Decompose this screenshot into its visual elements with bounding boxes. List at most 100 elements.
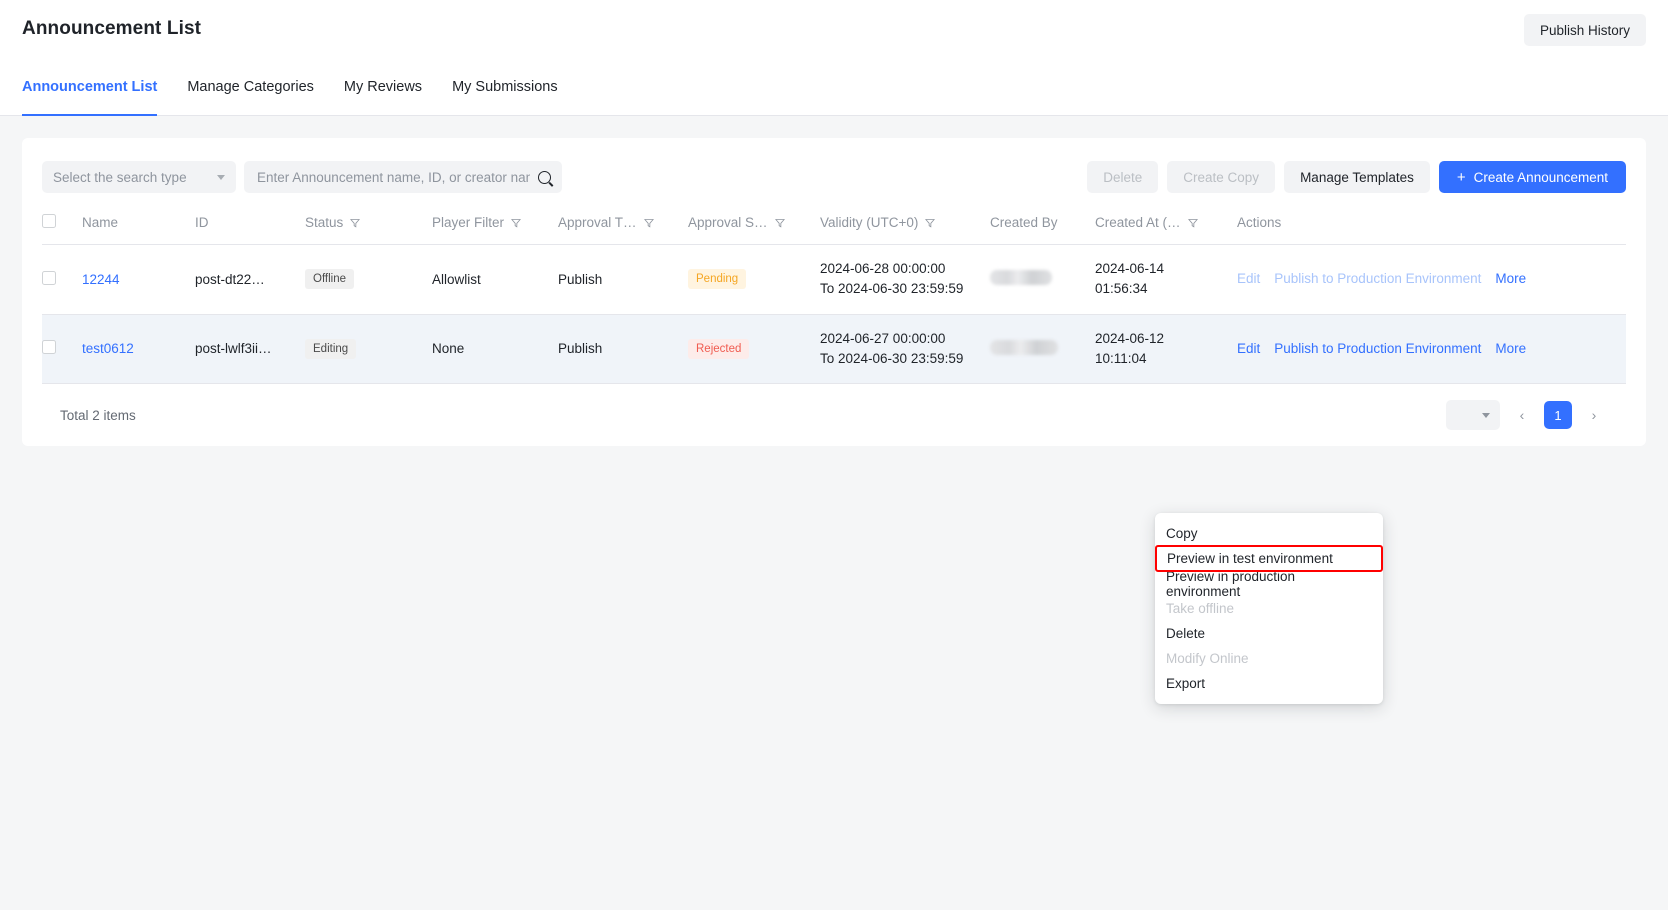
next-page-button[interactable]: › [1580, 401, 1608, 429]
tab-label: Announcement List [22, 79, 157, 95]
row-select-cell [42, 314, 82, 384]
menu-item-label: Preview in test environment [1167, 551, 1333, 566]
filter-icon[interactable] [1188, 218, 1198, 228]
pagination: ‹ 1 › [1446, 400, 1608, 430]
menu-item-delete[interactable]: Delete [1155, 621, 1383, 646]
creator-redacted [990, 340, 1058, 355]
tab-my-submissions[interactable]: My Submissions [452, 58, 558, 116]
column-header-name: Name [82, 202, 195, 245]
menu-item-label: Take offline [1166, 601, 1234, 616]
created-at-date: 2024-06-14 [1095, 259, 1237, 279]
cell-status: Editing [305, 314, 432, 384]
create-copy-button[interactable]: Create Copy [1167, 161, 1275, 193]
column-header-label: Actions [1237, 215, 1281, 230]
tab-label: My Submissions [452, 79, 558, 95]
select-all-checkbox[interactable] [42, 214, 56, 228]
cell-player-filter: Allowlist [432, 245, 558, 315]
tab-bar: Announcement List Manage Categories My Rev… [0, 58, 1668, 116]
cell-validity: 2024-06-28 00:00:00To 2024-06-30 23:59:5… [820, 245, 990, 315]
tab-announcement-list[interactable]: Announcement List [22, 58, 157, 116]
prev-page-button[interactable]: ‹ [1508, 401, 1536, 429]
tab-my-reviews[interactable]: My Reviews [344, 58, 422, 116]
page-size-select[interactable] [1446, 400, 1500, 430]
menu-item-preview-in-test-environment[interactable]: Preview in test environment [1156, 546, 1382, 571]
column-header-approval-s: Approval S… [688, 202, 820, 245]
validity-end: To 2024-06-30 23:59:59 [820, 279, 990, 299]
tab-label: Manage Categories [187, 79, 314, 95]
cell-actions: Edit Publish to Production Environment Mor… [1237, 314, 1626, 384]
cell-approval-type: Publish [558, 314, 688, 384]
filter-icon[interactable] [925, 218, 935, 228]
action-edit[interactable]: Edit [1237, 269, 1260, 289]
table-row[interactable]: 12244post-dt22…OfflineAllowlistPublishPe… [42, 245, 1626, 315]
column-header-created-at: Created At (… [1095, 202, 1237, 245]
action-publish-to-production-environment[interactable]: Publish to Production Environment [1274, 339, 1481, 359]
column-header-id: ID [195, 202, 305, 245]
validity-end: To 2024-06-30 23:59:59 [820, 349, 990, 369]
validity-start: 2024-06-28 00:00:00 [820, 259, 990, 279]
filter-icon[interactable] [644, 218, 654, 228]
column-header-label: Approval T… [558, 215, 637, 230]
row-checkbox[interactable] [42, 340, 56, 354]
cell-id: post-dt22… [195, 245, 305, 315]
action-edit[interactable]: Edit [1237, 339, 1260, 359]
approval-status-badge: Rejected [688, 339, 749, 359]
status-badge: Offline [305, 269, 354, 289]
table-footer: Total 2 items ‹ 1 › [42, 384, 1626, 446]
table-row[interactable]: test0612post-lwlf3ii…EditingNonePublishR… [42, 314, 1626, 384]
action-more[interactable]: More [1495, 269, 1526, 289]
table-body: 12244post-dt22…OfflineAllowlistPublishPe… [42, 245, 1626, 384]
column-header-actions: Actions [1237, 202, 1626, 245]
announcement-name-link[interactable]: test0612 [82, 341, 134, 356]
column-header-label: Created At (… [1095, 215, 1181, 230]
manage-templates-button[interactable]: Manage Templates [1284, 161, 1430, 193]
tab-label: My Reviews [344, 79, 422, 95]
tab-manage-categories[interactable]: Manage Categories [187, 58, 314, 116]
menu-item-copy[interactable]: Copy [1155, 521, 1383, 546]
cell-approval-type: Publish [558, 245, 688, 315]
menu-item-label: Delete [1166, 626, 1205, 641]
action-more[interactable]: More [1495, 339, 1526, 359]
delete-button[interactable]: Delete [1087, 161, 1158, 193]
created-at-time: 10:11:04 [1095, 349, 1237, 369]
menu-item-label: Export [1166, 676, 1205, 691]
action-publish-to-production-environment[interactable]: Publish to Production Environment [1274, 269, 1481, 289]
column-header-label: ID [195, 215, 209, 230]
menu-item-export[interactable]: Export [1155, 671, 1383, 696]
chevron-down-icon [217, 175, 225, 180]
column-header-label: Approval S… [688, 215, 768, 230]
content-card: Select the search type Delete Create Cop… [22, 138, 1646, 446]
created-at-time: 01:56:34 [1095, 279, 1237, 299]
search-input[interactable] [255, 169, 532, 186]
filter-icon[interactable] [775, 218, 785, 228]
search-icon[interactable] [538, 171, 551, 184]
cell-created-at: 2024-06-1401:56:34 [1095, 245, 1237, 315]
page-header: Announcement List Publish History [0, 0, 1668, 58]
page-number-1[interactable]: 1 [1544, 401, 1572, 429]
chevron-down-icon [1482, 413, 1490, 418]
search-box[interactable] [244, 161, 562, 193]
filter-icon[interactable] [511, 218, 521, 228]
cell-created-at: 2024-06-1210:11:04 [1095, 314, 1237, 384]
publish-history-button[interactable]: Publish History [1524, 14, 1646, 46]
search-type-select[interactable]: Select the search type [42, 161, 236, 193]
create-announcement-button[interactable]: + Create Announcement [1439, 161, 1626, 193]
filter-icon[interactable] [350, 218, 360, 228]
menu-item-label: Modify Online [1166, 651, 1249, 666]
cell-actions: Edit Publish to Production Environment Mor… [1237, 245, 1626, 315]
column-header-approval-t: Approval T… [558, 202, 688, 245]
cell-approval-status: Rejected [688, 314, 820, 384]
column-header-status: Status [305, 202, 432, 245]
row-checkbox[interactable] [42, 271, 56, 285]
menu-item-take-offline: Take offline [1155, 596, 1383, 621]
cell-name: 12244 [82, 245, 195, 315]
menu-item-preview-in-production-environment[interactable]: Preview in production environment [1155, 571, 1383, 596]
announcement-name-link[interactable]: 12244 [82, 272, 120, 287]
column-header-label: Name [82, 215, 118, 230]
table-header-row: NameIDStatusPlayer FilterApproval T…Appr… [42, 202, 1626, 245]
page-title: Announcement List [22, 18, 201, 40]
cell-created-by [990, 245, 1095, 315]
row-select-cell [42, 245, 82, 315]
create-announcement-label: Create Announcement [1474, 170, 1608, 185]
column-header-label: Validity (UTC+0) [820, 215, 918, 230]
